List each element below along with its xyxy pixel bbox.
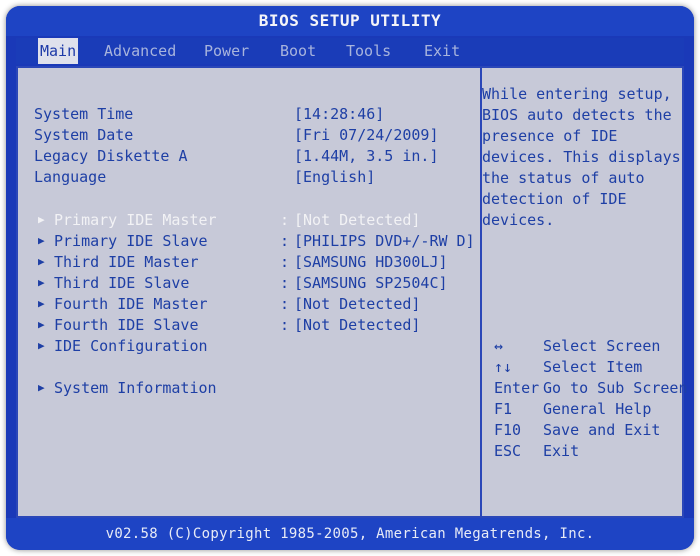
- tab-advanced[interactable]: Advanced: [104, 38, 176, 64]
- setting-label-system-date: System Date: [34, 126, 134, 144]
- setting-label-language: Language: [34, 168, 107, 186]
- drive-label-third-ide-master[interactable]: Third IDE Master: [54, 252, 199, 272]
- submenu-arrow-icon: ▶: [38, 339, 45, 352]
- menu-bar: Main Advanced Power Boot Tools Exit: [16, 38, 684, 64]
- setting-label-legacy-diskette: Legacy Diskette A: [34, 147, 188, 165]
- bios-window: BIOS SETUP UTILITY Main Advanced Power B…: [6, 6, 694, 550]
- setting-value-system-date[interactable]: [Fri 07/24/2009]: [294, 125, 439, 145]
- window-title: BIOS SETUP UTILITY: [6, 6, 694, 36]
- key-esc: ESC: [494, 442, 522, 460]
- drive-separator: :: [280, 295, 290, 313]
- help-line: While entering setup,: [482, 85, 672, 103]
- key-action-save-exit: Save and Exit: [543, 421, 661, 439]
- drive-label-primary-ide-slave[interactable]: Primary IDE Slave: [54, 231, 208, 251]
- drive-separator: :: [280, 211, 290, 229]
- submenu-arrow-icon: ▶: [38, 255, 45, 268]
- key-action-general-help: General Help: [543, 400, 652, 418]
- setting-label-system-time: System Time: [34, 105, 134, 123]
- drive-value-fourth-ide-master: [Not Detected]: [294, 295, 421, 313]
- submenu-arrow-icon: ▶: [38, 381, 45, 394]
- key-f1: F1: [494, 400, 513, 418]
- key-up-down: ↑↓: [494, 358, 513, 376]
- submenu-system-information[interactable]: System Information: [54, 378, 217, 398]
- setting-value-legacy-diskette[interactable]: [1.44M, 3.5 in.]: [294, 146, 439, 166]
- tab-power[interactable]: Power: [204, 38, 249, 64]
- key-f10: F10: [494, 421, 522, 439]
- tab-main[interactable]: Main: [38, 38, 79, 64]
- key-action-select-screen: Select Screen: [543, 337, 661, 355]
- help-line: devices. This displays: [482, 148, 681, 166]
- submenu-ide-configuration[interactable]: IDE Configuration: [54, 336, 208, 356]
- drive-separator: :: [280, 274, 290, 292]
- key-enter: Enter: [494, 379, 540, 397]
- drive-value-primary-ide-master: [Not Detected]: [294, 211, 421, 229]
- help-line: BIOS auto detects the: [482, 106, 672, 124]
- drive-value-fourth-ide-slave: [Not Detected]: [294, 316, 421, 334]
- key-action-select-item: Select Item: [543, 358, 643, 376]
- drive-value-third-ide-master: [SAMSUNG HD300LJ]: [294, 253, 448, 271]
- copyright-footer: v02.58 (C)Copyright 1985-2005, American …: [6, 518, 694, 550]
- drive-label-fourth-ide-slave[interactable]: Fourth IDE Slave: [54, 315, 199, 335]
- help-line: presence of IDE: [482, 127, 618, 145]
- tab-exit[interactable]: Exit: [424, 38, 460, 64]
- key-left-right: ↔: [494, 337, 504, 355]
- submenu-arrow-icon: ▶: [38, 234, 45, 247]
- drive-value-third-ide-slave: [SAMSUNG SP2504C]: [294, 274, 448, 292]
- drive-separator: :: [280, 316, 290, 334]
- drive-label-third-ide-slave[interactable]: Third IDE Slave: [54, 273, 189, 293]
- help-line: devices.: [482, 211, 555, 229]
- tab-boot[interactable]: Boot: [280, 38, 316, 64]
- submenu-arrow-icon: ▶: [38, 276, 45, 289]
- help-text: While entering setup, BIOS auto detects …: [482, 84, 681, 231]
- drive-separator: :: [280, 253, 290, 271]
- drive-separator: :: [280, 232, 290, 250]
- help-line: detection of IDE: [482, 190, 627, 208]
- drive-value-primary-ide-slave: [PHILIPS DVD+/-RW D]: [294, 232, 475, 250]
- setting-value-language[interactable]: [English]: [294, 167, 375, 187]
- drive-label-fourth-ide-master[interactable]: Fourth IDE Master: [54, 294, 208, 314]
- help-line: the status of auto: [482, 169, 645, 187]
- submenu-arrow-icon: ▶: [38, 213, 45, 226]
- submenu-arrow-icon: ▶: [38, 297, 45, 310]
- drive-label-primary-ide-master[interactable]: Primary IDE Master: [54, 210, 217, 230]
- key-action-exit: Exit: [543, 442, 580, 460]
- key-action-sub-screen: Go to Sub Screen: [543, 379, 688, 397]
- submenu-arrow-icon: ▶: [38, 318, 45, 331]
- tab-tools[interactable]: Tools: [346, 38, 391, 64]
- setting-value-system-time[interactable]: [14:28:46]: [294, 104, 384, 124]
